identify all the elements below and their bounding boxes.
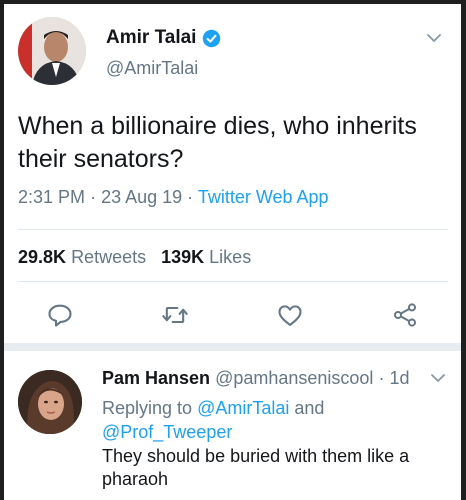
- mention-link[interactable]: @AmirTalai: [197, 398, 289, 418]
- share-button[interactable]: [388, 298, 422, 332]
- author-name-row[interactable]: Amir Talai: [106, 27, 221, 49]
- screen-edge-left: [0, 0, 4, 500]
- verified-badge-icon: [203, 29, 221, 47]
- reply-author-avatar[interactable]: [18, 370, 82, 434]
- reply-header: Pam Hansen @pamhanseniscool · 1d: [102, 368, 410, 389]
- retweet-button[interactable]: [158, 298, 192, 332]
- like-icon: [278, 305, 302, 326]
- author-avatar[interactable]: [18, 17, 86, 85]
- reply-author-handle[interactable]: @pamhanseniscool: [215, 368, 373, 388]
- reply-author-photo: [18, 370, 82, 434]
- author-photo: [18, 17, 86, 85]
- tweet-time[interactable]: 2:31 PM: [18, 187, 85, 207]
- reply-text: They should be buried with them like a p…: [102, 446, 410, 489]
- meta-separator: ·: [187, 187, 198, 207]
- divider: [18, 229, 448, 230]
- divider: [18, 281, 448, 282]
- screen-edge-right: [461, 0, 466, 500]
- meta-separator: ·: [90, 187, 102, 207]
- tweet-source[interactable]: Twitter Web App: [198, 187, 329, 207]
- reply-age[interactable]: 1d: [389, 368, 409, 388]
- reply-icon: [48, 304, 72, 327]
- chevron-down-icon[interactable]: [424, 28, 444, 48]
- like-button[interactable]: [273, 298, 307, 332]
- reply-chevron-down-icon[interactable]: [428, 368, 448, 388]
- replying-conjunction: and: [294, 398, 325, 418]
- share-icon: [393, 303, 417, 327]
- likes-stat[interactable]: 139K Likes: [161, 247, 251, 267]
- retweets-label: Retweets: [71, 247, 147, 267]
- mention-link[interactable]: @Prof_Tweeper: [102, 422, 232, 442]
- likes-count: 139K: [161, 247, 205, 267]
- action-bar: [0, 298, 466, 334]
- likes-label: Likes: [209, 247, 252, 267]
- section-divider: [4, 343, 461, 351]
- retweet-icon: [162, 306, 188, 324]
- tweet-date[interactable]: 23 Aug 19: [101, 187, 182, 207]
- replying-to: Replying to @AmirTalai and @Prof_Tweeper: [102, 396, 442, 444]
- tweet-text: When a billionaire dies, who inherits th…: [18, 112, 417, 173]
- replying-prefix: Replying to: [102, 398, 193, 418]
- retweets-count: 29.8K: [18, 247, 67, 267]
- reply-button[interactable]: [43, 298, 77, 332]
- reply-author-name[interactable]: Pam Hansen: [102, 368, 210, 388]
- screen-edge-top: [0, 0, 466, 4]
- retweets-stat[interactable]: 29.8K Retweets: [18, 247, 146, 267]
- author-handle[interactable]: @AmirTalai: [106, 58, 198, 79]
- tweet-stats: 29.8K Retweets 139K Likes: [18, 247, 251, 268]
- author-name[interactable]: Amir Talai: [106, 27, 196, 49]
- meta-separator: ·: [378, 368, 385, 388]
- tweet-meta: 2:31 PM · 23 Aug 19 · Twitter Web App: [18, 187, 329, 208]
